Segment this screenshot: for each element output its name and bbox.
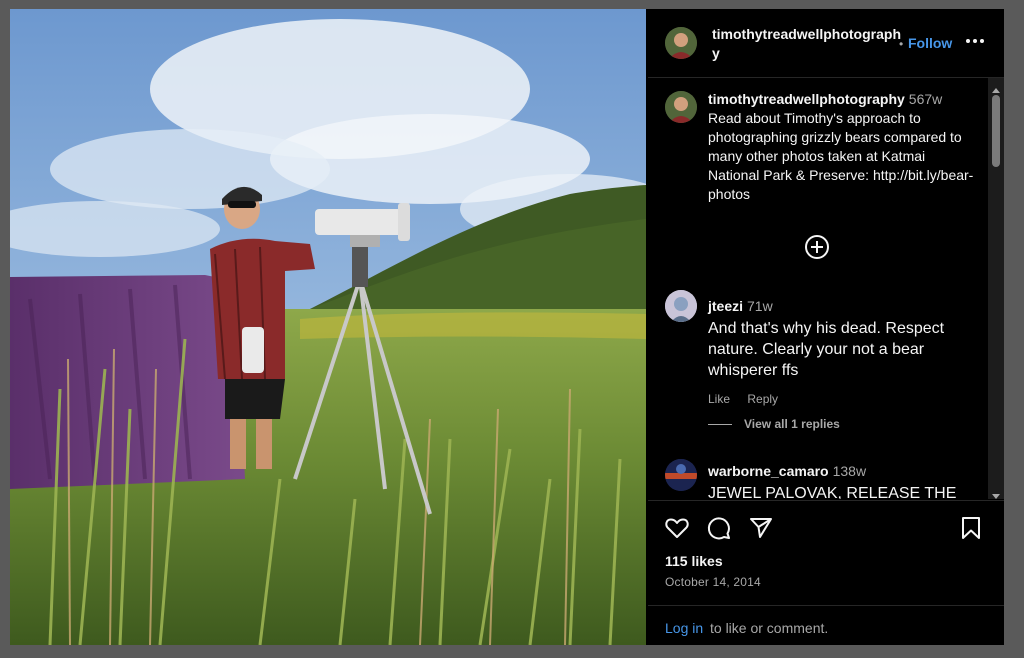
comments-list[interactable]: timothytreadwellphotography 567w Read abo…	[648, 78, 988, 499]
post-side-panel: timothytreadwellphotography • Follow tim…	[648, 9, 1004, 645]
follow-button[interactable]: Follow	[908, 35, 952, 51]
bookmark-icon[interactable]	[958, 515, 984, 541]
caption-text: Read about Timothy's approach to photogr…	[708, 110, 974, 202]
comment-username[interactable]: jteezi	[708, 298, 743, 314]
plus-circle-icon[interactable]	[804, 234, 830, 260]
login-prompt-text: to like or comment.	[710, 620, 829, 636]
comment-username[interactable]: warborne_camaro	[708, 463, 829, 479]
post-header: timothytreadwellphotography • Follow	[648, 9, 1004, 78]
photo-illustration	[10, 9, 646, 645]
post-modal: timothytreadwellphotography • Follow tim…	[10, 9, 1004, 645]
comment-item: jteezi 71w And that's why his dead. Respe…	[708, 297, 980, 381]
caption-time[interactable]: 567w	[909, 91, 942, 107]
post-date[interactable]: October 14, 2014	[665, 575, 761, 589]
caption: timothytreadwellphotography 567w Read abo…	[708, 90, 980, 204]
login-prompt: Log in to like or comment.	[648, 605, 1004, 645]
comment-avatar[interactable]	[665, 290, 697, 322]
share-icon[interactable]	[748, 515, 774, 541]
comment-text: And that's why his dead. Respect nature.…	[708, 320, 945, 379]
comment-actions: Like Reply	[708, 392, 792, 406]
scroll-up-arrow-icon[interactable]	[992, 82, 1000, 93]
comment-avatar[interactable]	[665, 459, 697, 491]
author-username[interactable]: timothytreadwellphotography	[712, 25, 902, 63]
more-horizontal-icon[interactable]	[964, 33, 986, 49]
caption-avatar[interactable]	[665, 91, 697, 123]
comment-time[interactable]: 138w	[833, 463, 866, 479]
heart-icon[interactable]	[664, 515, 690, 541]
post-photo[interactable]	[10, 9, 646, 645]
view-replies-label: View all 1 replies	[744, 417, 840, 431]
login-link[interactable]: Log in	[665, 620, 703, 636]
comment-icon[interactable]	[706, 515, 732, 541]
author-avatar[interactable]	[665, 27, 697, 59]
reply-button[interactable]: Reply	[747, 392, 778, 406]
like-comment-button[interactable]: Like	[708, 392, 730, 406]
post-actions: 115 likes October 14, 2014 Log in to lik…	[648, 500, 1004, 645]
divider-line	[708, 424, 732, 426]
separator-dot: •	[899, 37, 904, 51]
scroll-down-arrow-icon[interactable]	[992, 487, 1000, 499]
comment-text: JEWEL PALOVAK, RELEASE THE AUDIO FOR US …	[708, 485, 957, 499]
comments-scrollbar[interactable]	[988, 78, 1004, 499]
comment-time[interactable]: 71w	[747, 298, 773, 314]
view-replies-button[interactable]: View all 1 replies	[708, 417, 840, 431]
scrollbar-thumb[interactable]	[992, 95, 1000, 167]
caption-username[interactable]: timothytreadwellphotography	[708, 91, 905, 107]
likes-count[interactable]: 115 likes	[665, 553, 723, 569]
comment-item: warborne_camaro 138w JEWEL PALOVAK, RELEA…	[708, 462, 980, 499]
